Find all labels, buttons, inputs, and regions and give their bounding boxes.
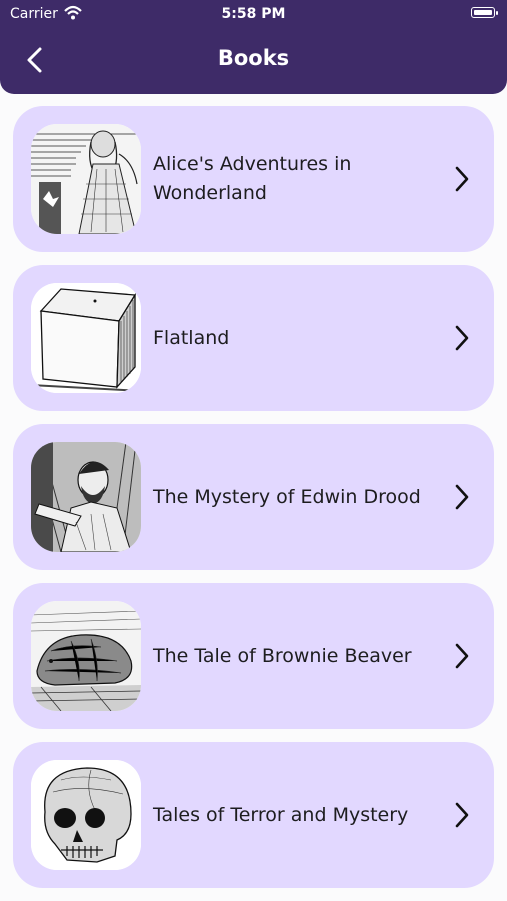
beaver-illustration-icon: [31, 601, 141, 711]
chevron-right-icon: [455, 325, 469, 351]
clock: 5:58 PM: [221, 6, 286, 22]
book-thumbnail: [31, 442, 141, 552]
status-bar: Carrier 5:58 PM: [0, 0, 507, 28]
book-title: Alice's Adventures in Wonderland: [153, 153, 352, 204]
chevron-right-icon: [455, 166, 469, 192]
man-portrait-illustration-icon: [31, 442, 141, 552]
book-list: Alice's Adventures in Wonderland Flatlan: [13, 106, 494, 901]
alice-illustration-icon: [31, 124, 141, 234]
skull-illustration-icon: [31, 760, 141, 870]
cube-illustration-icon: [31, 283, 141, 393]
book-card[interactable]: Tales of Terror and Mystery: [13, 742, 494, 888]
book-card[interactable]: The Mystery of Edwin Drood: [13, 424, 494, 570]
chevron-right-icon: [455, 484, 469, 510]
book-thumbnail: [31, 601, 141, 711]
battery-icon: [471, 7, 498, 18]
book-title: The Mystery of Edwin Drood: [153, 485, 421, 508]
book-title: The Tale of Brownie Beaver: [153, 644, 412, 667]
chevron-right-icon: [455, 643, 469, 669]
book-card[interactable]: Flatland: [13, 265, 494, 411]
book-thumbnail: [31, 283, 141, 393]
book-thumbnail: [31, 124, 141, 234]
book-title: Tales of Terror and Mystery: [153, 803, 409, 826]
book-card[interactable]: The Tale of Brownie Beaver: [13, 583, 494, 729]
book-title: Flatland: [153, 326, 230, 349]
book-card[interactable]: Alice's Adventures in Wonderland: [13, 106, 494, 252]
app-header: Carrier 5:58 PM Books: [0, 0, 507, 94]
page-title: Books: [217, 46, 290, 70]
chevron-right-icon: [455, 802, 469, 828]
book-thumbnail: [31, 760, 141, 870]
